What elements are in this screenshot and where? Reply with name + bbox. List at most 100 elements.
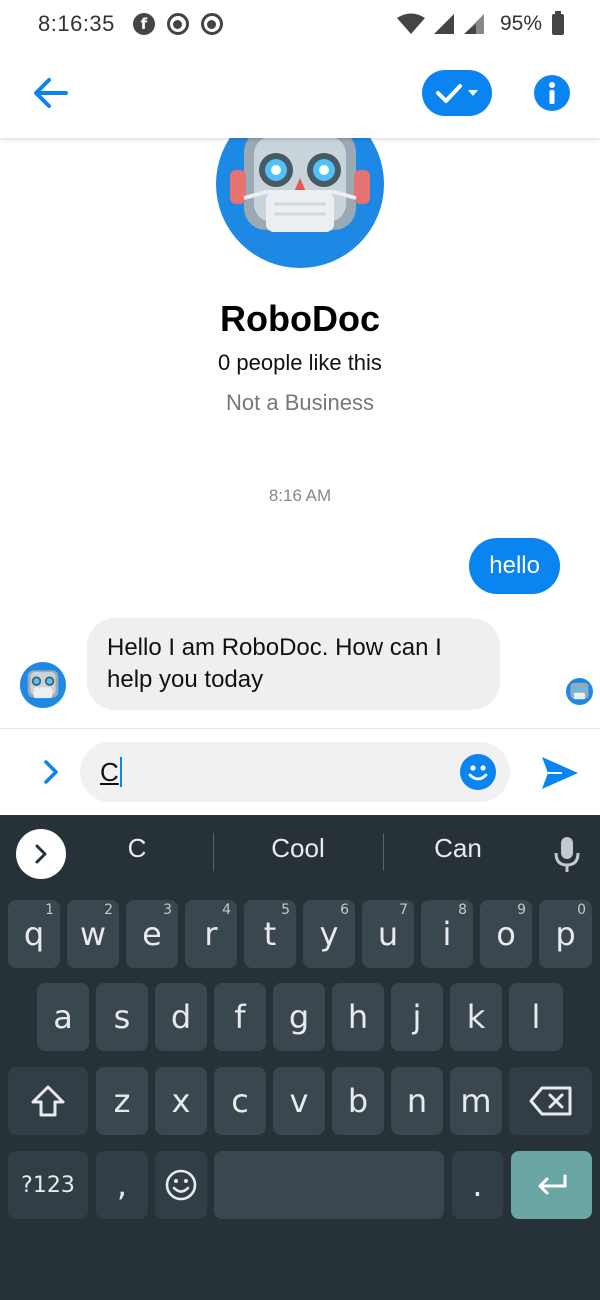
enter-key[interactable] xyxy=(511,1151,592,1219)
key-z[interactable]: z xyxy=(96,1067,148,1135)
status-bar: 8:16:35 f 95% xyxy=(0,0,600,48)
emoji-key[interactable] xyxy=(155,1151,207,1219)
key-n[interactable]: n xyxy=(391,1067,443,1135)
key-label: u xyxy=(377,915,399,953)
key-s[interactable]: s xyxy=(96,983,148,1051)
key-y[interactable]: y6 xyxy=(303,900,355,968)
shift-icon xyxy=(31,1085,65,1117)
send-button[interactable] xyxy=(538,751,582,795)
key-label: q xyxy=(23,915,45,953)
key-t[interactable]: t5 xyxy=(244,900,296,968)
key-o[interactable]: o9 xyxy=(480,900,532,968)
key-hint: 5 xyxy=(281,902,290,918)
mark-done-button[interactable] xyxy=(422,70,492,116)
key-hint: 1 xyxy=(45,902,54,918)
conversation-view[interactable]: RoboDoc 0 people like this Not a Busines… xyxy=(0,138,600,728)
wifi-icon xyxy=(396,13,425,34)
backspace-key[interactable] xyxy=(509,1067,592,1135)
send-icon xyxy=(542,757,578,789)
key-a[interactable]: a xyxy=(37,983,89,1051)
key-g[interactable]: g xyxy=(273,983,325,1051)
arrow-left-icon xyxy=(34,78,68,108)
key-f[interactable]: f xyxy=(214,983,266,1051)
on-screen-keyboard: C Cool Can q1 w2 e3 r4 t5 y6 u7 i8 o9 p0… xyxy=(0,815,600,1300)
incoming-message[interactable]: Hello I am RoboDoc. How can I help you t… xyxy=(87,618,500,710)
emoji-button[interactable] xyxy=(460,754,496,790)
profile-avatar xyxy=(216,138,384,268)
key-label: i xyxy=(442,915,452,953)
page-title: RoboDoc xyxy=(220,298,380,339)
key-u[interactable]: u7 xyxy=(362,900,414,968)
robot-mask-icon xyxy=(27,670,59,699)
key-w[interactable]: w2 xyxy=(67,900,119,968)
suggestion-strip: C Cool Can xyxy=(0,815,600,891)
smiley-icon xyxy=(468,765,488,781)
key-b[interactable]: b xyxy=(332,1067,384,1135)
expand-actions-button[interactable] xyxy=(36,757,66,787)
suggestion-item[interactable]: C xyxy=(52,833,222,864)
key-hint: 7 xyxy=(399,902,408,918)
symbols-key[interactable]: ?123 xyxy=(8,1151,88,1219)
microphone-icon[interactable] xyxy=(552,835,582,875)
page-category: Not a Business xyxy=(226,390,374,415)
key-j[interactable]: j xyxy=(391,983,443,1051)
key-h[interactable]: h xyxy=(332,983,384,1051)
message-input[interactable]: C xyxy=(100,757,460,788)
key-label: r xyxy=(204,915,218,953)
key-x[interactable]: x xyxy=(155,1067,207,1135)
battery-level: 95% xyxy=(499,12,542,35)
info-button[interactable] xyxy=(534,75,570,111)
key-k[interactable]: k xyxy=(450,983,502,1051)
key-hint: 8 xyxy=(458,902,467,918)
enter-icon xyxy=(538,1174,566,1195)
notification-icons: f xyxy=(132,13,223,35)
outgoing-message[interactable]: hello xyxy=(469,538,560,594)
signal-icon xyxy=(433,14,454,34)
info-icon xyxy=(549,82,555,104)
shift-key[interactable] xyxy=(8,1067,88,1135)
space-key[interactable] xyxy=(214,1151,444,1219)
record-icon xyxy=(166,13,189,35)
battery-icon xyxy=(552,10,564,35)
period-key[interactable]: . xyxy=(452,1151,503,1219)
record-icon xyxy=(200,13,223,35)
text-cursor xyxy=(119,757,122,787)
comma-key[interactable]: , xyxy=(96,1151,148,1219)
facebook-icon: f xyxy=(132,13,155,35)
message-input-container[interactable]: C xyxy=(80,742,510,802)
key-label: w xyxy=(79,915,107,953)
key-hint: 0 xyxy=(577,902,586,918)
signal-roaming-icon xyxy=(463,14,484,34)
key-hint: 6 xyxy=(340,902,349,918)
key-r[interactable]: r4 xyxy=(185,900,237,968)
chevron-right-icon xyxy=(44,760,58,784)
key-label: e xyxy=(142,915,162,953)
key-v[interactable]: v xyxy=(273,1067,325,1135)
status-right-icons: 95% xyxy=(396,10,564,36)
smiley-icon xyxy=(165,1169,197,1201)
chevron-down-icon xyxy=(468,90,478,96)
likes-count: 0 people like this xyxy=(218,350,382,375)
robot-mask-icon xyxy=(570,682,589,700)
key-label: p xyxy=(555,915,576,953)
key-d[interactable]: d xyxy=(155,983,207,1051)
key-m[interactable]: m xyxy=(450,1067,502,1135)
suggestion-item[interactable]: Can xyxy=(373,833,543,864)
key-q[interactable]: q1 xyxy=(8,900,60,968)
suggestion-item[interactable]: Cool xyxy=(213,833,383,864)
back-button[interactable] xyxy=(30,73,70,113)
message-input-value: C xyxy=(100,756,119,787)
key-hint: 2 xyxy=(104,902,113,918)
checkmark-icon xyxy=(436,84,462,103)
key-hint: 4 xyxy=(222,902,231,918)
key-c[interactable]: c xyxy=(214,1067,266,1135)
key-label: o xyxy=(496,915,516,953)
key-i[interactable]: i8 xyxy=(421,900,473,968)
key-l[interactable]: l xyxy=(509,983,563,1051)
key-hint: 9 xyxy=(517,902,526,918)
key-p[interactable]: p0 xyxy=(539,900,592,968)
key-e[interactable]: e3 xyxy=(126,900,178,968)
backspace-icon xyxy=(529,1086,571,1116)
bot-avatar[interactable] xyxy=(20,662,66,708)
read-receipt-avatar xyxy=(566,678,593,705)
